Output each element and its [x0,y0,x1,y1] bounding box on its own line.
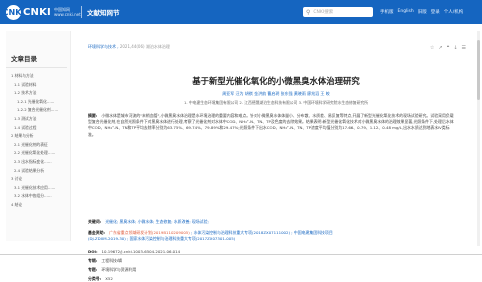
toc-item[interactable]: 2.4 试验结果分析 [6,167,70,176]
favorite-icon[interactable]: ☆ [430,45,434,51]
scrollbar-thumb[interactable] [477,40,480,100]
logo-divider [80,6,82,18]
fund-label: 基金资助: [88,230,106,235]
bottom-divider [0,254,482,255]
abstract-text: 小微水体是城市河流的"末梢血管",小微黑臭水体治理是水环境治理的重要内容和难点。… [88,113,454,137]
toc-heading: 文章目录 [6,31,67,68]
article-title: 基于新型光催化氧化的小微黑臭水体治理研究 [192,76,360,86]
top-link-old-version[interactable]: 旧版 [418,9,427,15]
cnki-logo-mark: CNKI [3,4,24,20]
article-authors[interactable]: 周亚军 汪为 胡祺 金洪韵 曹启玥 张东强 黄晓雨 廖兆滔 王 皎 [76,91,476,97]
toc-item[interactable]: 3 讨论 [6,175,70,184]
toc-item[interactable]: 2 结果与分析 [6,132,70,141]
top-link-account[interactable]: 个人/机构 [444,9,464,15]
toc-item[interactable]: 1.4 试验过程 [6,124,70,133]
toc-list: 1 材料与方法 1.1 试验材料 1.2 技术方法 1.2.1 光催化氧化…… 1.2.… [6,72,70,210]
article-main: 环境科学与技术 , 2021,44(06) 湖泊水体治理 ☆ ↗ ❝ ↓ ☰ 基… [76,31,476,281]
column-label: 专辑: [88,258,98,263]
top-links: 手机版 English 旧版 登录 个人/机构 [380,9,463,15]
cite-icon[interactable]: ❝ [447,45,450,51]
fund-section-line2: (DJ-ZDXM-2019-30) ; 国家水体污染控制与治理科技重大专项(20… [88,236,456,242]
top-link-login[interactable]: 登录 [431,9,440,15]
article-affiliation[interactable]: 1. 中电建生态环境集团有限公司 2. 江西德晟湖泊生态科技有限公司 3. 中国… [76,100,476,106]
toc-item[interactable]: 3.1 光催化技术应用…… [6,184,70,193]
read-icon[interactable]: ☰ [462,45,466,51]
fund-highlight[interactable]: 广东省重点领域研发计划(2019B110209005) [109,230,190,235]
article-actions: ☆ ↗ ❝ ↓ ☰ [430,45,466,51]
abstract-label: 摘要: [88,113,98,118]
special-value: 环境科学与资源利用 [101,267,137,272]
share-icon[interactable]: ↗ [438,45,442,51]
column-value: 工程科技Ⅰ辑 [101,258,122,263]
column-section: 专辑: 工程科技Ⅰ辑 [88,258,456,264]
toc-item[interactable]: 4 结论 [6,201,70,210]
toc-item[interactable]: 2.2 光催化氧化处理…… [6,149,70,158]
table-of-contents: 文章目录 1 材料与方法 1.1 试验材料 1.2 技术方法 1.2.1 光催化氧化…… [6,31,71,241]
keywords-list[interactable]: 光催化; 黑臭水体; 小微水体; 生态修复; 水质改善; 现场试验; [105,219,209,224]
fund-line2[interactable]: (DJ-ZDXM-2019-30) ; 国家水体污染控制与治理科技重大专项(20… [88,236,235,241]
abstract-section: 摘要: 小微水体是城市河流的"末梢血管",小微黑臭水体治理是水环境治理的重要内容和… [88,113,456,209]
breadcrumb: 环境科学与技术 , 2021,44(06) 湖泊水体治理 [88,44,170,50]
brand-name: CNKI [23,6,51,18]
classification-section: 分类号: X52 [88,276,456,282]
breadcrumb-issue[interactable]: 2021,44(06) [120,44,145,49]
toc-item[interactable]: 1 材料与方法 [6,72,70,81]
fund-rest[interactable]: ; 水体污染控制与治理科技重大专项(2018ZX07111002) ; 中国电建… [190,230,333,235]
brand-subtitle: 中国知网 www.cnki.net [53,7,81,17]
special-label: 专题: [88,267,98,272]
search-placeholder: CNKI搜索 [313,10,334,15]
keywords-section: 关键词: 光催化; 黑臭水体; 小微水体; 生态修复; 水质改善; 现场试验; [88,219,456,225]
toc-item[interactable]: 1.3 测试方法 [6,115,70,124]
top-navigation-bar: CNKI CNKI 中国知网 www.cnki.net 文献知网节 ⚲ CNKI… [0,0,482,24]
search-icon[interactable]: ⚲ [306,9,310,16]
toc-item[interactable]: 1.1 试验材料 [6,81,70,90]
toc-item[interactable]: 1.2.1 光催化氧化…… [6,98,70,107]
toc-item[interactable]: 1.2.2 复合光催化剂…… [6,106,70,115]
top-link-english[interactable]: English [398,9,414,15]
cnki-logo[interactable]: CNKI CNKI 中国知网 www.cnki.net 文献知网节 [3,4,120,20]
keywords-label: 关键词: [88,219,102,224]
toc-item[interactable]: 2.1 光催化剂的表征 [6,141,70,150]
toc-item[interactable]: 2.3 出水指标变化…… [6,158,70,167]
classification-value: X52 [105,276,113,281]
search-box[interactable]: ⚲ CNKI搜索 [303,7,373,17]
site-name: 文献知网节 [86,9,120,17]
download-icon[interactable]: ↓ [453,45,457,51]
toc-item[interactable]: 3.2 水体中各组分…… [6,192,70,201]
breadcrumb-journal[interactable]: 环境科学与技术 , [88,44,119,49]
special-section: 专题: 环境科学与资源利用 [88,267,456,273]
breadcrumb-topic: 湖泊水体治理 [145,44,170,49]
toc-item[interactable]: 1.2 技术方法 [6,89,70,98]
top-link-mobile[interactable]: 手机版 [380,9,394,15]
classification-label: 分类号: [88,276,102,281]
